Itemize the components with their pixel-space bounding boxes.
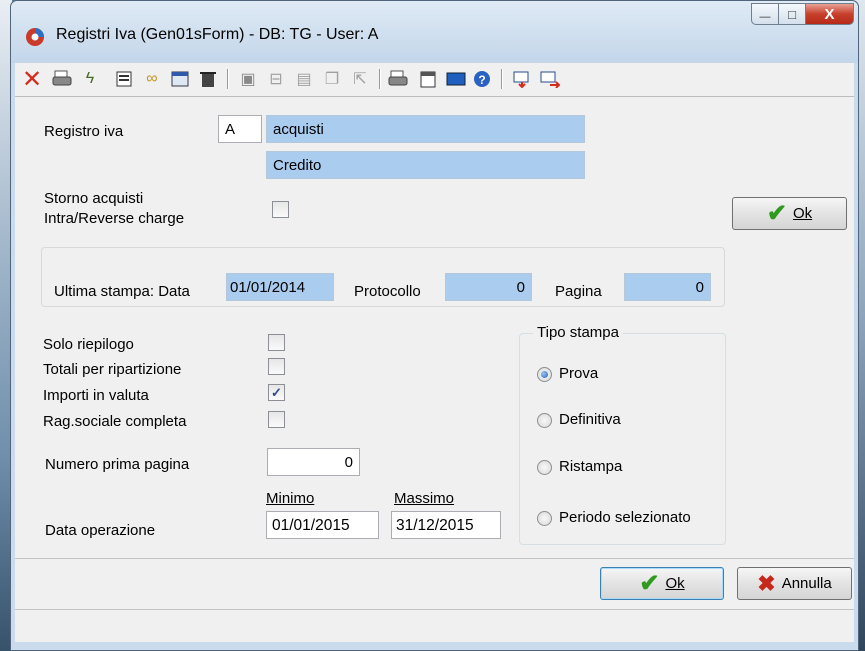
toolbar-separator <box>379 69 381 89</box>
copy-icon[interactable]: ❐ <box>321 68 343 90</box>
minimo-label: Minimo <box>266 490 315 507</box>
window-icon[interactable] <box>169 68 191 90</box>
printer2-icon[interactable] <box>387 68 409 90</box>
lightning-icon[interactable]: ϟ <box>79 68 101 90</box>
protocollo-label: Protocollo <box>354 283 421 300</box>
data-min-field[interactable]: 01/01/2015 <box>266 511 379 539</box>
registro-type-field: Credito <box>266 151 585 179</box>
annulla-button[interactable]: ✖ Annulla <box>737 567 852 600</box>
storno-checkbox[interactable] <box>272 201 289 218</box>
check-icon: ✔ <box>639 569 660 597</box>
totali-ripartizione-checkbox[interactable] <box>268 358 285 375</box>
footer-divider <box>15 558 854 559</box>
svg-text:?: ? <box>478 73 485 87</box>
maximize-icon: □ <box>788 6 796 22</box>
record-next-icon[interactable] <box>539 68 561 90</box>
data-operazione-label: Data operazione <box>45 522 156 539</box>
record-prev-icon[interactable] <box>511 68 533 90</box>
importi-valuta-label: Importi in valuta <box>43 387 149 404</box>
toolbar-separator <box>227 69 229 89</box>
registro-iva-label: Registro iva <box>44 123 124 140</box>
delete-icon[interactable]: ✕ <box>21 66 43 93</box>
sheet-icon[interactable]: ⊟ <box>265 68 287 90</box>
ok-label: Ok <box>665 575 685 592</box>
close-icon: X <box>824 5 835 23</box>
rag-sociale-checkbox[interactable] <box>268 411 285 428</box>
help-icon[interactable]: ? <box>471 68 493 90</box>
minimize-icon: — <box>759 11 771 23</box>
ultima-stampa-date-field: 01/01/2014 <box>226 273 334 301</box>
numero-prima-pagina-label: Numero prima pagina <box>45 456 190 473</box>
solo-riepilogo-checkbox[interactable] <box>268 334 285 351</box>
minimize-button[interactable]: — <box>751 3 779 25</box>
tipo-stampa-legend: Tipo stampa <box>533 324 623 341</box>
ok-label: Ok <box>792 205 813 222</box>
print-icon[interactable] <box>51 68 73 90</box>
radio-prova[interactable] <box>537 367 552 382</box>
registro-description-field: acquisti <box>266 115 585 143</box>
registri-iva-window: Registri Iva (Gen01sForm) - DB: TG - Use… <box>10 0 859 651</box>
check-icon: ✔ <box>766 199 787 227</box>
close-button[interactable]: X <box>806 3 854 25</box>
annulla-label: Annulla <box>781 575 832 592</box>
folder-icon[interactable]: ▣ <box>237 68 259 90</box>
radio-periodo-selezionato-label[interactable]: Periodo selezionato <box>559 509 691 526</box>
numero-prima-pagina-field[interactable]: 0 <box>267 448 360 476</box>
radio-definitiva[interactable] <box>537 413 552 428</box>
ultima-stampa-label: Ultima stampa: Data <box>54 283 190 300</box>
storno-label-line1: Storno acquisti <box>44 190 144 207</box>
totali-ripartizione-label: Totali per ripartizione <box>43 361 182 378</box>
storno-label-line2: Intra/Reverse charge <box>44 210 185 227</box>
radio-periodo-selezionato[interactable] <box>537 511 552 526</box>
radio-definitiva-label[interactable]: Definitiva <box>559 411 621 428</box>
trash-icon[interactable] <box>197 68 219 90</box>
toolbar: ✕ ϟ ∞ ▣ ⊟ ▤ ❐ ⇱ ? <box>15 63 854 97</box>
radio-ristampa-label[interactable]: Ristampa <box>559 458 622 475</box>
pagina-label: Pagina <box>555 283 602 300</box>
ok-button-top[interactable]: ✔ Ok <box>732 197 847 230</box>
form-client-area: Registro iva A acquisti Credito Storno a… <box>15 97 854 642</box>
app-icon <box>26 28 44 46</box>
calendar-icon[interactable] <box>417 68 439 90</box>
pagina-field: 0 <box>624 273 711 301</box>
doc-a-icon[interactable]: ▤ <box>293 68 315 90</box>
cancel-x-icon: ✖ <box>757 570 776 596</box>
glasses-icon[interactable]: ∞ <box>141 68 163 90</box>
toolbar-separator <box>501 69 503 89</box>
screen-icon[interactable] <box>445 68 467 90</box>
importi-valuta-checkbox[interactable]: ✓ <box>268 384 285 401</box>
solo-riepilogo-label: Solo riepilogo <box>43 336 134 353</box>
title-bar[interactable]: Registri Iva (Gen01sForm) - DB: TG - Use… <box>11 1 858 63</box>
export-icon[interactable]: ⇱ <box>349 68 371 90</box>
protocollo-field: 0 <box>445 273 532 301</box>
list-icon[interactable] <box>113 68 135 90</box>
radio-ristampa[interactable] <box>537 460 552 475</box>
registro-code-field[interactable]: A <box>218 115 262 143</box>
rag-sociale-label: Rag.sociale completa <box>43 413 187 430</box>
massimo-label: Massimo <box>394 490 455 507</box>
radio-prova-label[interactable]: Prova <box>559 365 598 382</box>
window-title: Registri Iva (Gen01sForm) - DB: TG - Use… <box>56 26 379 43</box>
ok-button[interactable]: ✔ Ok <box>600 567 724 600</box>
data-max-field[interactable]: 31/12/2015 <box>391 511 501 539</box>
status-bar <box>15 610 854 642</box>
maximize-button[interactable]: □ <box>779 3 806 25</box>
